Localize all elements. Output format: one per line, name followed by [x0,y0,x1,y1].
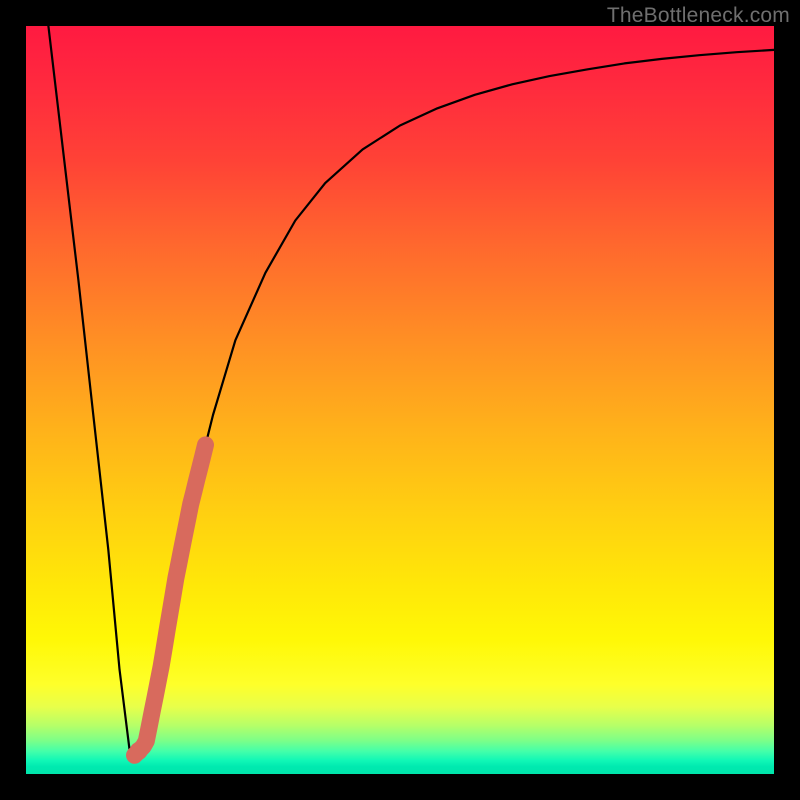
highlight-dot [130,742,148,760]
chart-frame: TheBottleneck.com [0,0,800,800]
curve-layer [26,26,774,774]
plot-area [26,26,774,774]
highlight-segment [135,445,206,755]
watermark-text: TheBottleneck.com [607,4,790,28]
